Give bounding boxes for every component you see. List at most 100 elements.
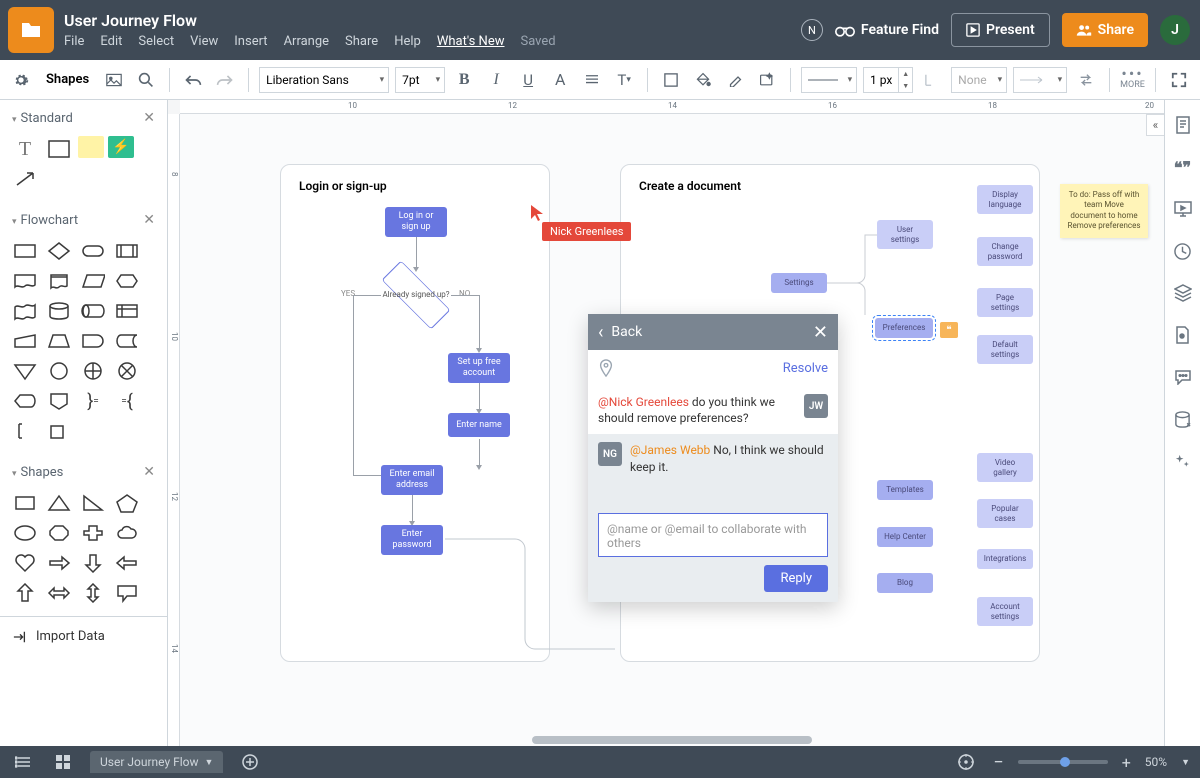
share-button[interactable]: Share (1062, 13, 1148, 47)
shp-cloud[interactable] (112, 520, 142, 546)
menu-insert[interactable]: Insert (234, 34, 267, 49)
node-default-settings[interactable]: Default settings (977, 335, 1033, 364)
target-icon[interactable] (953, 749, 979, 775)
node-preferences[interactable]: Preferences (875, 318, 933, 338)
menu-help[interactable]: Help (394, 34, 421, 49)
node-change-pw[interactable]: Change password (977, 237, 1033, 266)
shp-arrow-u[interactable] (10, 580, 40, 606)
node-display-lang[interactable]: Display language (977, 185, 1033, 214)
comment-marker[interactable]: ❝ (940, 322, 958, 338)
node-video[interactable]: Video gallery (977, 453, 1033, 482)
fc-data[interactable] (78, 268, 108, 294)
fc-document[interactable] (10, 268, 40, 294)
history-icon[interactable] (1170, 238, 1196, 264)
resolve-button[interactable]: Resolve (783, 361, 828, 376)
text-style-button[interactable]: T▾ (611, 67, 637, 93)
import-data-button[interactable]: Import Data (0, 616, 167, 656)
shapes-label[interactable]: Shapes (40, 72, 95, 87)
arrow-style-select[interactable] (1013, 67, 1067, 93)
fc-swatch[interactable] (44, 418, 74, 444)
list-view-icon[interactable] (10, 749, 36, 775)
fc-hexagon[interactable] (112, 268, 142, 294)
fc-directdata[interactable] (78, 298, 108, 324)
node-templates[interactable]: Templates (877, 480, 933, 500)
magic-icon[interactable] (754, 67, 780, 93)
search-icon[interactable] (133, 67, 159, 93)
shp-pentagon[interactable] (112, 490, 142, 516)
node-setup[interactable]: Set up free account (448, 353, 510, 383)
node-page-settings[interactable]: Page settings (977, 288, 1033, 317)
canvas-area[interactable]: 10 12 14 16 18 20 8 10 12 14 « Login or … (168, 100, 1164, 746)
fc-database[interactable] (44, 298, 74, 324)
fc-internal[interactable] (112, 298, 142, 324)
back-icon[interactable]: ‹ (598, 322, 603, 343)
fc-diamond[interactable] (44, 238, 74, 264)
gear-icon[interactable] (8, 67, 34, 93)
page-icon[interactable] (1170, 322, 1196, 348)
zoom-out-icon[interactable]: − (993, 752, 1003, 773)
shp-cross[interactable] (78, 520, 108, 546)
fc-predefined[interactable] (112, 238, 142, 264)
fc-junction[interactable] (112, 358, 142, 384)
zoom-label[interactable]: 50% (1145, 755, 1167, 769)
collapse-right-panel[interactable]: « (1146, 114, 1164, 136)
node-enter-name[interactable]: Enter name (448, 413, 510, 437)
node-popular[interactable]: Popular cases (977, 499, 1033, 528)
note-shape[interactable] (78, 136, 104, 158)
feature-find-button[interactable]: Feature Find (835, 22, 939, 38)
close-icon[interactable]: ✕ (143, 212, 155, 228)
node-help-center[interactable]: Help Center (877, 527, 933, 547)
node-blog[interactable]: Blog (877, 573, 933, 593)
fc-multidoc[interactable] (44, 268, 74, 294)
close-icon[interactable]: ✕ (813, 322, 828, 343)
sticky-note[interactable]: To do: Pass off with team Move document … (1060, 184, 1148, 238)
rect-shape[interactable] (44, 136, 74, 162)
fc-brace-r[interactable]: }= (78, 388, 108, 414)
menu-view[interactable]: View (190, 34, 218, 49)
shp-arrow-lr[interactable] (44, 580, 74, 606)
shp-rtriangle[interactable] (78, 490, 108, 516)
menu-share[interactable]: Share (345, 34, 378, 49)
fc-note[interactable] (10, 418, 40, 444)
reply-button[interactable]: Reply (764, 565, 828, 592)
fc-rect[interactable] (10, 238, 40, 264)
presentation-icon[interactable] (1170, 196, 1196, 222)
fc-display[interactable] (10, 388, 40, 414)
sidebar-section-shapes[interactable]: Shapes ✕ (0, 454, 167, 490)
user-avatar[interactable]: J (1160, 15, 1190, 45)
redo-button[interactable] (212, 67, 238, 93)
layers-icon[interactable] (1170, 280, 1196, 306)
add-page-icon[interactable] (237, 749, 263, 775)
grid-view-icon[interactable] (50, 749, 76, 775)
shp-arrow-d[interactable] (78, 550, 108, 576)
shp-octagon[interactable] (44, 520, 74, 546)
fill-select[interactable]: None (951, 67, 1007, 93)
fc-merge[interactable] (10, 358, 40, 384)
shp-heart[interactable] (10, 550, 40, 576)
menu-arrange[interactable]: Arrange (284, 34, 329, 49)
notification-badge[interactable]: N (801, 19, 823, 41)
underline-button[interactable]: U (515, 67, 541, 93)
close-icon[interactable]: ✕ (143, 464, 155, 480)
chat-icon[interactable] (1170, 364, 1196, 390)
shp-arrow-l[interactable] (112, 550, 142, 576)
shp-rect[interactable] (10, 490, 40, 516)
bold-button[interactable]: B (451, 67, 477, 93)
align-button[interactable] (579, 67, 605, 93)
node-account[interactable]: Account settings (977, 597, 1033, 626)
quote-icon[interactable]: ❝❞ (1170, 154, 1196, 180)
italic-button[interactable]: I (483, 67, 509, 93)
font-size-select[interactable]: 7pt (395, 67, 445, 93)
notes-icon[interactable] (1170, 112, 1196, 138)
node-integrations[interactable]: Integrations (977, 549, 1033, 569)
fc-connector[interactable] (44, 358, 74, 384)
node-enter-email[interactable]: Enter email address (381, 465, 443, 495)
shp-callout[interactable] (112, 580, 142, 606)
shp-ellipse[interactable] (10, 520, 40, 546)
back-label[interactable]: Back (611, 324, 642, 340)
menu-file[interactable]: File (64, 34, 84, 49)
canvas-scrollbar-h[interactable] (192, 734, 1164, 746)
page-tab[interactable]: User Journey Flow ▼ (90, 751, 223, 773)
fc-or[interactable] (78, 358, 108, 384)
document-title[interactable]: User Journey Flow (64, 11, 556, 30)
